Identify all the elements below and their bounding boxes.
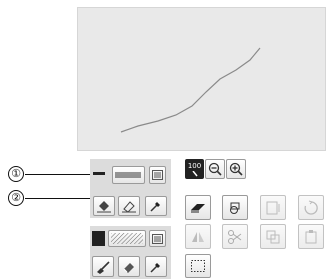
magnifier-icon (191, 171, 198, 177)
shape-select-button[interactable] (222, 195, 248, 220)
cut-button[interactable] (222, 224, 248, 249)
list-icon (152, 233, 163, 244)
zoom-out-icon (208, 162, 222, 176)
callout-2: ② (8, 190, 24, 206)
dotted-select-icon (191, 260, 205, 272)
select-area-button[interactable] (185, 254, 211, 278)
fill-pattern-button[interactable] (108, 230, 146, 247)
fill-color-swatch[interactable] (92, 231, 105, 246)
paste-icon (305, 229, 317, 243)
hatch-pattern-icon (111, 233, 143, 244)
drawn-line (120, 47, 261, 133)
eraser-icon (191, 203, 205, 213)
zoom-in-button[interactable] (226, 159, 246, 179)
paste-button[interactable] (298, 224, 324, 249)
line-property-list-button[interactable] (149, 166, 166, 184)
rotate-icon (304, 200, 318, 215)
list-icon (152, 170, 163, 180)
copy-icon (266, 230, 280, 243)
line-erase-button[interactable] (118, 196, 140, 216)
fill-erase-button[interactable] (118, 256, 140, 277)
eyedropper-icon (150, 262, 160, 273)
shape-select-icon (230, 202, 240, 214)
resize-icon (266, 201, 280, 214)
rotate-button[interactable] (298, 195, 324, 220)
fill-eraser-icon (123, 262, 134, 273)
line-select-button[interactable] (93, 196, 115, 216)
eraser-button[interactable] (185, 195, 211, 220)
brush-icon (97, 260, 110, 274)
callout-1: ① (8, 166, 24, 182)
scissors-icon (228, 229, 242, 244)
zoom-level-label: 100 (187, 162, 202, 170)
fill-brush-button[interactable] (92, 256, 114, 277)
line-color-swatch[interactable] (93, 172, 105, 175)
bucket-select-icon (97, 201, 111, 213)
zoom-level-indicator: 100 (185, 159, 204, 179)
copy-button[interactable] (260, 224, 286, 249)
drawing-canvas[interactable] (77, 7, 326, 151)
zoom-out-button[interactable] (205, 159, 225, 179)
zoom-in-icon (229, 162, 243, 176)
eyedropper-icon (150, 202, 160, 212)
fill-property-list-button[interactable] (149, 230, 166, 247)
line-type-button[interactable] (112, 166, 145, 184)
fill-eyedropper-button[interactable] (145, 256, 167, 277)
resize-button[interactable] (260, 195, 286, 220)
line-eyedropper-button[interactable] (145, 196, 167, 216)
dashed-line-icon (115, 172, 141, 178)
eraser-icon (122, 201, 136, 213)
flip-icon (192, 231, 204, 242)
flip-button[interactable] (185, 224, 211, 249)
